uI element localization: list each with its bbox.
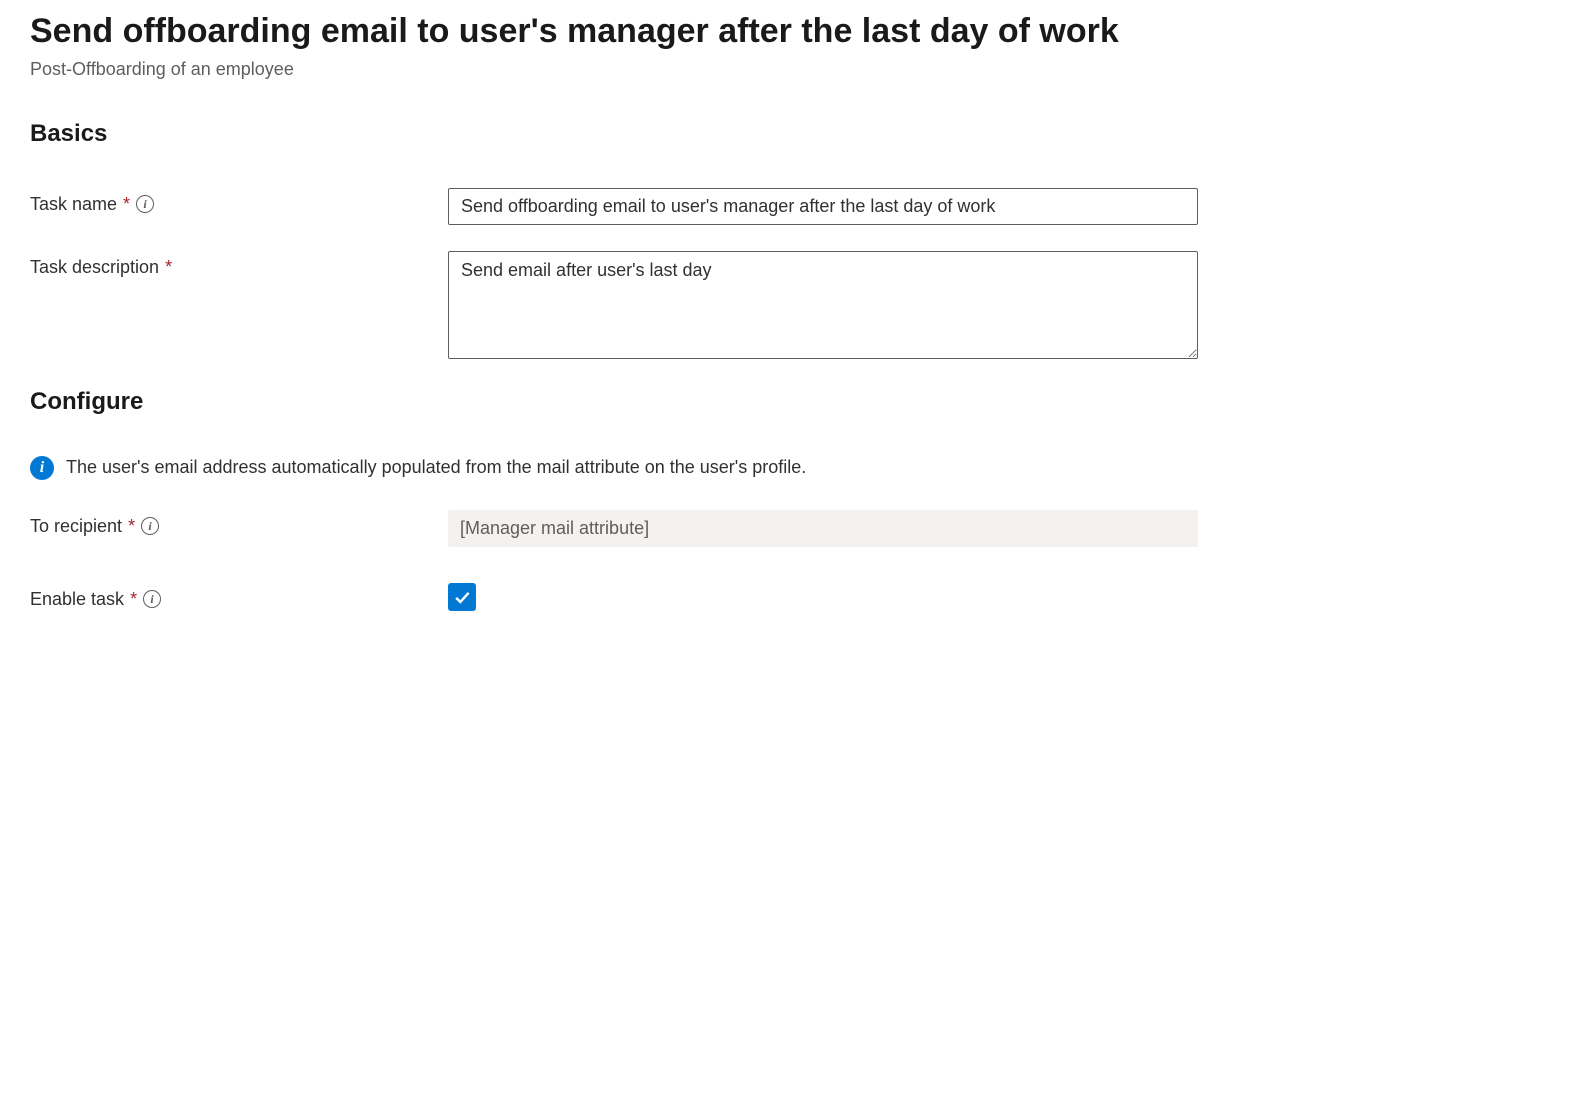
- info-icon[interactable]: i: [143, 590, 161, 608]
- required-indicator: *: [128, 516, 135, 537]
- info-banner: i The user's email address automatically…: [30, 456, 1561, 480]
- to-recipient-field: [Manager mail attribute]: [448, 510, 1198, 547]
- to-recipient-label-text: To recipient: [30, 516, 122, 537]
- task-name-label-text: Task name: [30, 194, 117, 215]
- enable-task-label-text: Enable task: [30, 589, 124, 610]
- task-description-label-text: Task description: [30, 257, 159, 278]
- required-indicator: *: [123, 194, 130, 215]
- basics-heading: Basics: [30, 120, 1561, 148]
- to-recipient-label: To recipient * i: [30, 510, 440, 537]
- enable-task-label: Enable task * i: [30, 583, 440, 610]
- task-name-label: Task name * i: [30, 188, 440, 215]
- enable-task-row: Enable task * i: [30, 583, 1561, 611]
- task-name-input[interactable]: [448, 188, 1198, 225]
- info-banner-icon: i: [30, 456, 54, 480]
- info-icon[interactable]: i: [136, 195, 154, 213]
- page-title: Send offboarding email to user's manager…: [30, 10, 1561, 53]
- enable-task-checkbox[interactable]: [448, 583, 476, 611]
- task-description-label: Task description *: [30, 251, 440, 278]
- checkmark-icon: [452, 587, 472, 607]
- to-recipient-row: To recipient * i [Manager mail attribute…: [30, 510, 1561, 547]
- required-indicator: *: [130, 589, 137, 610]
- task-description-row: Task description *: [30, 251, 1561, 362]
- page-subtitle: Post-Offboarding of an employee: [30, 59, 1561, 80]
- task-name-row: Task name * i: [30, 188, 1561, 225]
- required-indicator: *: [165, 257, 172, 278]
- task-description-input[interactable]: [448, 251, 1198, 359]
- info-icon[interactable]: i: [141, 517, 159, 535]
- info-banner-text: The user's email address automatically p…: [66, 457, 806, 478]
- configure-heading: Configure: [30, 388, 1561, 416]
